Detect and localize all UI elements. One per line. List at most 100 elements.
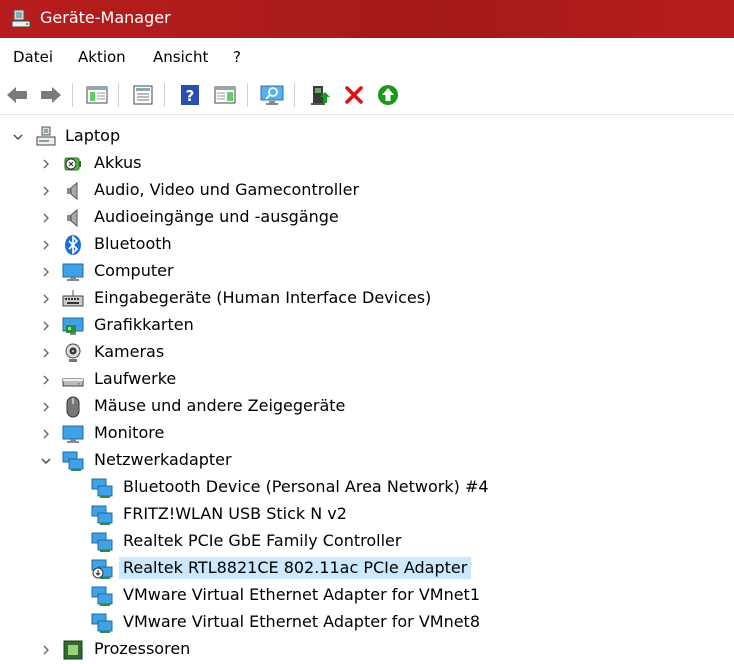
menu-aktion[interactable]: Aktion bbox=[78, 48, 126, 66]
tree-item-akkus[interactable]: Akkus bbox=[0, 150, 734, 177]
tree-label: VMware Virtual Ethernet Adapter for VMne… bbox=[123, 612, 481, 631]
tree-item-bluetooth[interactable]: Bluetooth bbox=[0, 231, 734, 258]
tree-label: Computer bbox=[94, 261, 174, 280]
tree-item-audio-io[interactable]: Audioeingänge und -ausgänge bbox=[0, 204, 734, 231]
network-adapter-icon bbox=[91, 532, 113, 552]
update-driver-icon bbox=[311, 86, 330, 105]
chevron-down-icon[interactable] bbox=[40, 455, 52, 467]
chevron-right-icon[interactable] bbox=[40, 374, 52, 386]
help-button[interactable]: ? bbox=[177, 82, 203, 108]
enable-device-button[interactable] bbox=[375, 82, 401, 108]
display-adapter-icon bbox=[62, 317, 84, 335]
menu-datei[interactable]: Datei bbox=[13, 48, 53, 66]
monitor-icon bbox=[62, 425, 84, 443]
action-pane-icon bbox=[214, 86, 236, 104]
device-tree: Laptop Akkus Audio, Video und Gamecontro… bbox=[0, 120, 734, 664]
webcam-icon bbox=[65, 343, 81, 362]
tree-label: Bluetooth bbox=[94, 234, 172, 253]
title-bar: Geräte-Manager bbox=[0, 0, 734, 38]
chevron-right-icon[interactable] bbox=[40, 428, 52, 440]
tree-label: Monitore bbox=[94, 423, 165, 442]
console-tree-button[interactable] bbox=[84, 82, 110, 108]
tree-item-cameras[interactable]: Kameras bbox=[0, 339, 734, 366]
enable-device-icon bbox=[378, 85, 398, 105]
tree-label: Netzwerkadapter bbox=[94, 450, 232, 469]
chevron-right-icon[interactable] bbox=[40, 347, 52, 359]
uninstall-button[interactable] bbox=[341, 82, 367, 108]
chevron-right-icon[interactable] bbox=[40, 239, 52, 251]
network-adapter-icon bbox=[91, 613, 113, 633]
chevron-right-icon[interactable] bbox=[40, 401, 52, 413]
forward-icon bbox=[41, 87, 61, 103]
tree-item-network-device[interactable]: VMware Virtual Ethernet Adapter for VMne… bbox=[0, 609, 734, 636]
toolbar-separator bbox=[164, 83, 165, 107]
toolbar-separator bbox=[247, 83, 248, 107]
chevron-right-icon[interactable] bbox=[40, 644, 52, 656]
tree-item-network-adapters[interactable]: Netzwerkadapter bbox=[0, 447, 734, 474]
chevron-right-icon[interactable] bbox=[40, 212, 52, 224]
tree-item-hid[interactable]: Eingabegeräte (Human Interface Devices) bbox=[0, 285, 734, 312]
toolbar-separator bbox=[294, 83, 295, 107]
chevron-right-icon[interactable] bbox=[40, 185, 52, 197]
back-button[interactable] bbox=[4, 82, 30, 108]
tree-label: Mäuse und andere Zeigegeräte bbox=[94, 396, 346, 415]
tree-item-monitors[interactable]: Monitore bbox=[0, 420, 734, 447]
toolbar: ? bbox=[0, 76, 734, 115]
tree-item-computer[interactable]: Computer bbox=[0, 258, 734, 285]
chevron-right-icon[interactable] bbox=[40, 293, 52, 305]
forward-button[interactable] bbox=[38, 82, 64, 108]
tree-item-network-device[interactable]: FRITZ!WLAN USB Stick N v2 bbox=[0, 501, 734, 528]
tree-label: Akkus bbox=[94, 153, 142, 172]
speaker-icon bbox=[67, 181, 78, 201]
tree-label: Kameras bbox=[94, 342, 165, 361]
tree-label: Realtek PCIe GbE Family Controller bbox=[123, 531, 402, 550]
chevron-right-icon[interactable] bbox=[40, 320, 52, 332]
bluetooth-icon bbox=[65, 235, 81, 255]
menu-help[interactable]: ? bbox=[233, 48, 241, 66]
properties-button[interactable] bbox=[130, 82, 156, 108]
chevron-right-icon[interactable] bbox=[40, 158, 52, 170]
keyboard-icon bbox=[62, 290, 84, 307]
action-pane-button[interactable] bbox=[212, 82, 238, 108]
chevron-down-icon[interactable] bbox=[12, 131, 24, 143]
properties-icon bbox=[133, 85, 153, 105]
network-adapter-icon bbox=[91, 586, 113, 606]
processor-icon bbox=[63, 640, 83, 660]
help-icon: ? bbox=[181, 85, 199, 105]
tree-item-drives[interactable]: Laufwerke bbox=[0, 366, 734, 393]
tree-label: VMware Virtual Ethernet Adapter for VMne… bbox=[123, 585, 481, 604]
tree-item-audio-video[interactable]: Audio, Video und Gamecontroller bbox=[0, 177, 734, 204]
computer-root-icon bbox=[36, 126, 56, 146]
toolbar-separator bbox=[72, 83, 73, 107]
scan-hardware-button[interactable] bbox=[259, 82, 285, 108]
tree-label: Audio, Video und Gamecontroller bbox=[94, 180, 360, 199]
tree-label: Prozessoren bbox=[94, 639, 191, 658]
window-title: Geräte-Manager bbox=[40, 8, 171, 27]
network-adapter-icon bbox=[91, 505, 113, 525]
tree-item-network-device[interactable]: VMware Virtual Ethernet Adapter for VMne… bbox=[0, 582, 734, 609]
tree-item-network-device-selected[interactable]: Realtek RTL8821CE 802.11ac PCIe Adapter bbox=[0, 555, 734, 582]
tree-root-laptop[interactable]: Laptop bbox=[0, 123, 734, 150]
network-adapter-disabled-icon bbox=[91, 559, 113, 579]
battery-icon bbox=[64, 157, 81, 171]
tree-item-graphics[interactable]: Grafikkarten bbox=[0, 312, 734, 339]
tree-item-processors[interactable]: Prozessoren bbox=[0, 636, 734, 663]
update-driver-button[interactable] bbox=[307, 82, 333, 108]
show-hide-console-tree-icon bbox=[86, 86, 108, 104]
tree-label: Laufwerke bbox=[94, 369, 177, 388]
speaker-icon bbox=[67, 208, 78, 228]
monitor-icon bbox=[62, 263, 84, 281]
toolbar-separator bbox=[118, 83, 119, 107]
uninstall-icon bbox=[345, 86, 363, 104]
tree-item-mice[interactable]: Mäuse und andere Zeigegeräte bbox=[0, 393, 734, 420]
chevron-right-icon[interactable] bbox=[40, 266, 52, 278]
tree-item-network-device[interactable]: Realtek PCIe GbE Family Controller bbox=[0, 528, 734, 555]
menu-ansicht[interactable]: Ansicht bbox=[153, 48, 208, 66]
tree-label: Eingabegeräte (Human Interface Devices) bbox=[94, 288, 432, 307]
tree-label: Realtek RTL8821CE 802.11ac PCIe Adapter bbox=[119, 557, 472, 579]
mouse-icon bbox=[66, 396, 80, 418]
back-icon bbox=[7, 87, 27, 103]
tree-label: Bluetooth Device (Personal Area Network)… bbox=[123, 477, 489, 496]
tree-label: Audioeingänge und -ausgänge bbox=[94, 207, 339, 226]
tree-item-network-device[interactable]: Bluetooth Device (Personal Area Network)… bbox=[0, 474, 734, 501]
